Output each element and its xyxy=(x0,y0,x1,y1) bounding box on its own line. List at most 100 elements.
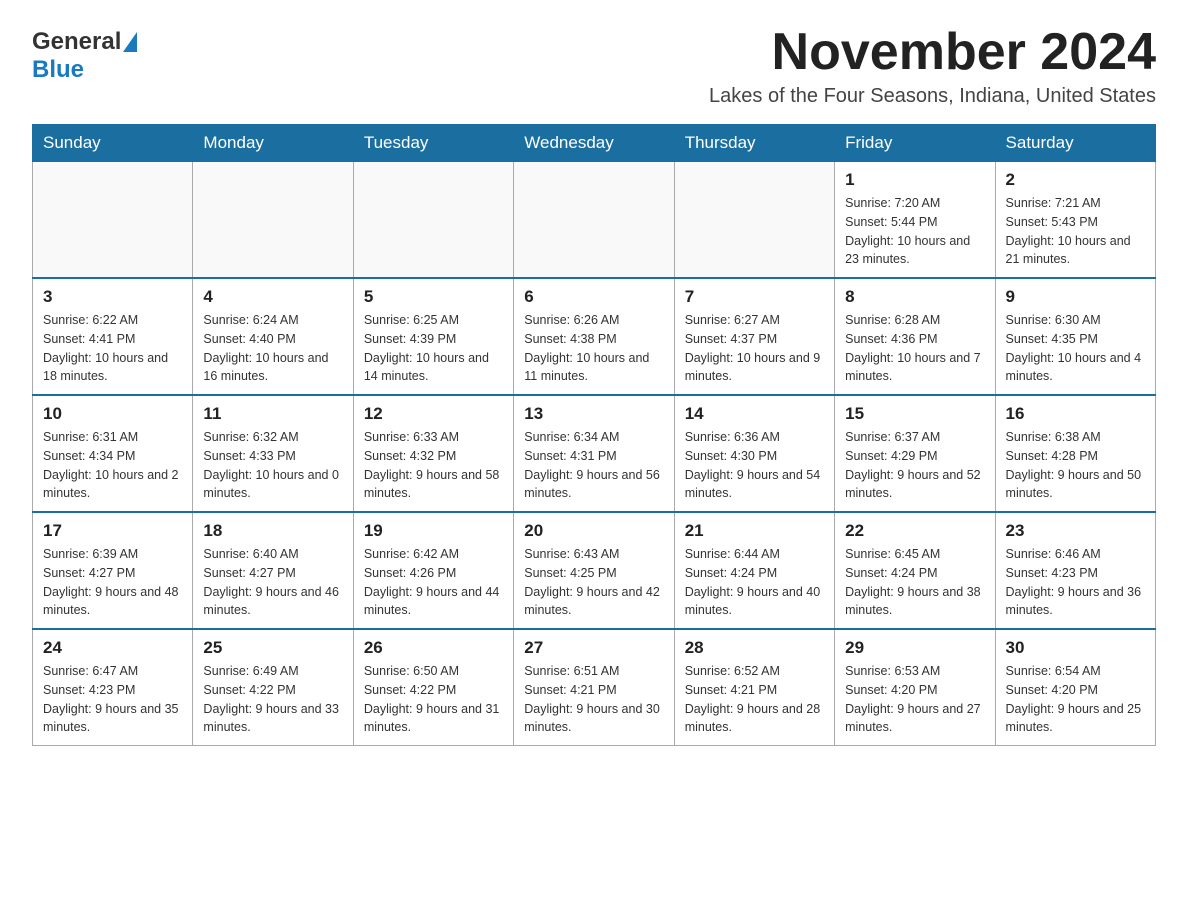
day-number: 22 xyxy=(845,521,984,541)
day-number: 11 xyxy=(203,404,342,424)
day-number: 17 xyxy=(43,521,182,541)
calendar-cell: 6Sunrise: 6:26 AMSunset: 4:38 PMDaylight… xyxy=(514,278,674,395)
calendar-week-row: 10 Sunrise: 6:31 AMSunset: 4:34 PMDayligh… xyxy=(33,395,1156,512)
day-number: 16 xyxy=(1006,404,1145,424)
location-subtitle: Lakes of the Four Seasons, Indiana, Unit… xyxy=(709,85,1156,108)
weekday-header-row: SundayMondayTuesdayWednesdayThursdayFrid… xyxy=(33,125,1156,162)
day-info: Sunrise: 6:46 AMSunset: 4:23 PMDaylight:… xyxy=(1006,545,1145,620)
title-area: November 2024 Lakes of the Four Seasons,… xyxy=(709,24,1156,108)
calendar-cell: 10 Sunrise: 6:31 AMSunset: 4:34 PMDayligh… xyxy=(33,395,193,512)
day-info: Sunrise: 7:20 AMSunset: 5:44 PMDaylight:… xyxy=(845,194,984,269)
weekday-header-friday: Friday xyxy=(835,125,995,162)
day-number: 7 xyxy=(685,287,824,307)
logo-general-text: General xyxy=(32,28,121,56)
day-info: Sunrise: 6:31 AMSunset: 4:34 PMDaylight:… xyxy=(43,428,182,503)
day-info: Sunrise: 6:27 AMSunset: 4:37 PMDaylight:… xyxy=(685,311,824,386)
day-number: 5 xyxy=(364,287,503,307)
day-number: 24 xyxy=(43,638,182,658)
calendar-cell: 26 Sunrise: 6:50 AMSunset: 4:22 PMDayligh… xyxy=(353,629,513,746)
day-number: 14 xyxy=(685,404,824,424)
logo-blue-text: Blue xyxy=(32,56,84,83)
day-info: Sunrise: 6:32 AMSunset: 4:33 PMDaylight:… xyxy=(203,428,342,503)
day-number: 18 xyxy=(203,521,342,541)
day-number: 3 xyxy=(43,287,182,307)
day-info: Sunrise: 6:37 AMSunset: 4:29 PMDaylight:… xyxy=(845,428,984,503)
day-info: Sunrise: 6:30 AMSunset: 4:35 PMDaylight:… xyxy=(1006,311,1145,386)
calendar-cell: 29Sunrise: 6:53 AMSunset: 4:20 PMDayligh… xyxy=(835,629,995,746)
day-number: 2 xyxy=(1006,170,1145,190)
day-info: Sunrise: 6:52 AMSunset: 4:21 PMDaylight:… xyxy=(685,662,824,737)
calendar-cell xyxy=(674,162,834,279)
calendar-cell: 23 Sunrise: 6:46 AMSunset: 4:23 PMDayligh… xyxy=(995,512,1155,629)
day-info: Sunrise: 6:40 AMSunset: 4:27 PMDaylight:… xyxy=(203,545,342,620)
day-info: Sunrise: 6:43 AMSunset: 4:25 PMDaylight:… xyxy=(524,545,663,620)
calendar-cell: 7 Sunrise: 6:27 AMSunset: 4:37 PMDaylight… xyxy=(674,278,834,395)
weekday-header-sunday: Sunday xyxy=(33,125,193,162)
day-info: Sunrise: 6:38 AMSunset: 4:28 PMDaylight:… xyxy=(1006,428,1145,503)
calendar-cell: 27Sunrise: 6:51 AMSunset: 4:21 PMDayligh… xyxy=(514,629,674,746)
day-number: 26 xyxy=(364,638,503,658)
calendar-cell: 4 Sunrise: 6:24 AMSunset: 4:40 PMDaylight… xyxy=(193,278,353,395)
calendar-cell: 16 Sunrise: 6:38 AMSunset: 4:28 PMDayligh… xyxy=(995,395,1155,512)
calendar-cell: 15 Sunrise: 6:37 AMSunset: 4:29 PMDayligh… xyxy=(835,395,995,512)
day-number: 23 xyxy=(1006,521,1145,541)
logo-triangle-icon xyxy=(123,32,137,52)
day-number: 10 xyxy=(43,404,182,424)
day-info: Sunrise: 6:39 AMSunset: 4:27 PMDaylight:… xyxy=(43,545,182,620)
calendar-cell: 22Sunrise: 6:45 AMSunset: 4:24 PMDayligh… xyxy=(835,512,995,629)
day-info: Sunrise: 6:44 AMSunset: 4:24 PMDaylight:… xyxy=(685,545,824,620)
calendar-cell: 11 Sunrise: 6:32 AMSunset: 4:33 PMDayligh… xyxy=(193,395,353,512)
day-number: 27 xyxy=(524,638,663,658)
calendar-cell: 14 Sunrise: 6:36 AMSunset: 4:30 PMDayligh… xyxy=(674,395,834,512)
day-info: Sunrise: 6:42 AMSunset: 4:26 PMDaylight:… xyxy=(364,545,503,620)
day-number: 29 xyxy=(845,638,984,658)
calendar-week-row: 17 Sunrise: 6:39 AMSunset: 4:27 PMDayligh… xyxy=(33,512,1156,629)
calendar-cell: 8Sunrise: 6:28 AMSunset: 4:36 PMDaylight… xyxy=(835,278,995,395)
weekday-header-thursday: Thursday xyxy=(674,125,834,162)
month-title: November 2024 xyxy=(709,24,1156,81)
calendar-cell xyxy=(514,162,674,279)
day-number: 28 xyxy=(685,638,824,658)
calendar-cell xyxy=(33,162,193,279)
day-info: Sunrise: 6:24 AMSunset: 4:40 PMDaylight:… xyxy=(203,311,342,386)
calendar-cell: 3Sunrise: 6:22 AMSunset: 4:41 PMDaylight… xyxy=(33,278,193,395)
day-info: Sunrise: 6:28 AMSunset: 4:36 PMDaylight:… xyxy=(845,311,984,386)
calendar-cell: 24 Sunrise: 6:47 AMSunset: 4:23 PMDayligh… xyxy=(33,629,193,746)
day-info: Sunrise: 6:47 AMSunset: 4:23 PMDaylight:… xyxy=(43,662,182,737)
day-number: 4 xyxy=(203,287,342,307)
day-number: 21 xyxy=(685,521,824,541)
weekday-header-saturday: Saturday xyxy=(995,125,1155,162)
day-number: 9 xyxy=(1006,287,1145,307)
calendar-cell: 21 Sunrise: 6:44 AMSunset: 4:24 PMDayligh… xyxy=(674,512,834,629)
weekday-header-monday: Monday xyxy=(193,125,353,162)
day-info: Sunrise: 6:54 AMSunset: 4:20 PMDaylight:… xyxy=(1006,662,1145,737)
day-info: Sunrise: 6:34 AMSunset: 4:31 PMDaylight:… xyxy=(524,428,663,503)
day-number: 15 xyxy=(845,404,984,424)
calendar-cell: 5 Sunrise: 6:25 AMSunset: 4:39 PMDaylight… xyxy=(353,278,513,395)
day-number: 30 xyxy=(1006,638,1145,658)
day-number: 12 xyxy=(364,404,503,424)
calendar-week-row: 24 Sunrise: 6:47 AMSunset: 4:23 PMDayligh… xyxy=(33,629,1156,746)
weekday-header-tuesday: Tuesday xyxy=(353,125,513,162)
day-number: 19 xyxy=(364,521,503,541)
day-info: Sunrise: 6:36 AMSunset: 4:30 PMDaylight:… xyxy=(685,428,824,503)
calendar-cell: 12 Sunrise: 6:33 AMSunset: 4:32 PMDayligh… xyxy=(353,395,513,512)
calendar-week-row: 3Sunrise: 6:22 AMSunset: 4:41 PMDaylight… xyxy=(33,278,1156,395)
day-info: Sunrise: 6:25 AMSunset: 4:39 PMDaylight:… xyxy=(364,311,503,386)
day-info: Sunrise: 6:33 AMSunset: 4:32 PMDaylight:… xyxy=(364,428,503,503)
calendar-cell xyxy=(193,162,353,279)
calendar-cell: 13 Sunrise: 6:34 AMSunset: 4:31 PMDayligh… xyxy=(514,395,674,512)
calendar-cell: 2 Sunrise: 7:21 AMSunset: 5:43 PMDaylight… xyxy=(995,162,1155,279)
day-info: Sunrise: 7:21 AMSunset: 5:43 PMDaylight:… xyxy=(1006,194,1145,269)
day-info: Sunrise: 6:50 AMSunset: 4:22 PMDaylight:… xyxy=(364,662,503,737)
weekday-header-wednesday: Wednesday xyxy=(514,125,674,162)
calendar-cell xyxy=(353,162,513,279)
day-number: 6 xyxy=(524,287,663,307)
header: General Blue November 2024 Lakes of the … xyxy=(32,24,1156,108)
day-number: 1 xyxy=(845,170,984,190)
calendar-cell: 17 Sunrise: 6:39 AMSunset: 4:27 PMDayligh… xyxy=(33,512,193,629)
calendar-cell: 25Sunrise: 6:49 AMSunset: 4:22 PMDayligh… xyxy=(193,629,353,746)
day-number: 13 xyxy=(524,404,663,424)
day-number: 20 xyxy=(524,521,663,541)
day-number: 25 xyxy=(203,638,342,658)
